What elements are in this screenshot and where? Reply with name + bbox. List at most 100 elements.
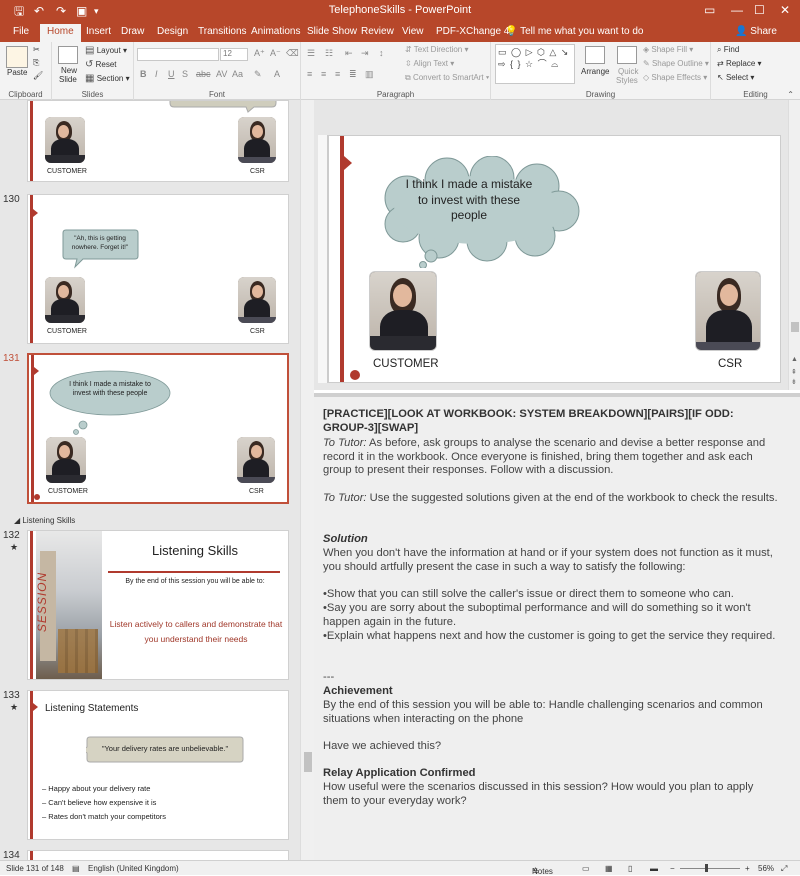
tab-home[interactable]: Home	[40, 24, 81, 42]
tab-insert[interactable]: Insert	[86, 26, 111, 37]
slide-thumbnail-131[interactable]: I think I made a mistake to invest with …	[27, 353, 289, 504]
highlight-icon[interactable]: ✎	[254, 69, 262, 80]
text-direction-button[interactable]: ⇵ Text Direction ▾	[405, 45, 469, 54]
tab-draw[interactable]: Draw	[121, 26, 144, 37]
fit-to-window-icon[interactable]: ⤢	[781, 864, 787, 874]
line-spacing-icon[interactable]: ↕	[379, 48, 384, 58]
scroll-thumb[interactable]	[791, 322, 799, 332]
tell-me-box[interactable]: 💡 Tell me what you want to do	[505, 26, 643, 37]
layout-button[interactable]: ▤ Layout ▾	[85, 45, 127, 56]
bold-icon[interactable]: B	[140, 69, 147, 79]
bullets-icon[interactable]: ☰	[307, 48, 315, 59]
cut-icon[interactable]: ✂	[33, 45, 40, 54]
tab-design[interactable]: Design	[157, 26, 188, 37]
spacing-icon[interactable]: AV	[216, 69, 227, 79]
current-slide[interactable]: I think I made a mistake to invest with …	[328, 135, 781, 383]
zoom-slider-thumb[interactable]	[705, 864, 708, 872]
next-slide-icon[interactable]: ⇟	[791, 378, 797, 386]
slide-thumbnail-130[interactable]: "Ah, this is getting nowhere. Forget it!…	[27, 194, 289, 344]
change-case-icon[interactable]: Aa	[232, 69, 243, 79]
scroll-thumb[interactable]	[304, 752, 312, 772]
align-left-icon[interactable]: ≡	[307, 69, 312, 79]
new-slide-icon[interactable]	[58, 46, 78, 64]
tab-slideshow[interactable]: Slide Show	[307, 26, 357, 37]
new-slide-button[interactable]: New	[61, 66, 77, 75]
slide-arrow-marker	[344, 156, 352, 170]
tab-review[interactable]: Review	[361, 26, 394, 37]
columns-icon[interactable]: ▥	[365, 69, 374, 80]
collapse-ribbon-icon[interactable]: ⌃	[787, 90, 794, 99]
normal-view-icon[interactable]: ▭	[582, 864, 590, 873]
replace-button[interactable]: ⇄ Replace ▾	[717, 59, 762, 68]
notes-pane[interactable]: [PRACTICE][LOOK AT WORKBOOK: SYSTEM BREA…	[314, 397, 800, 860]
scroll-up-icon[interactable]: ▲	[791, 356, 798, 363]
paste-button[interactable]: Paste	[7, 68, 27, 77]
zoom-level[interactable]: 56%	[758, 864, 774, 873]
thumbnail-scrollbar[interactable]	[300, 100, 314, 860]
slide-thumbnail-132[interactable]: SESSION Listening Skills By the end of t…	[27, 530, 289, 680]
customer-photo[interactable]	[369, 271, 437, 351]
paste-icon[interactable]	[6, 46, 28, 68]
maximize-icon[interactable]: ☐	[754, 3, 765, 17]
shrink-font-icon[interactable]: A⁻	[270, 48, 281, 59]
slide-scrollbar[interactable]: ▲ ⇞ ⇟	[788, 100, 800, 390]
quick-styles-icon[interactable]	[617, 46, 637, 64]
slide-thumbnail-129[interactable]: CUSTOMER CSR	[27, 100, 289, 182]
slide-sorter-icon[interactable]: ▦	[605, 864, 613, 873]
section-header[interactable]: ◢ Listening Skills	[14, 516, 75, 525]
slide-thumbnail-133[interactable]: Listening Statements "Your delivery rate…	[27, 690, 289, 840]
tab-file[interactable]: File	[13, 26, 29, 37]
tab-animations[interactable]: Animations	[251, 26, 300, 37]
shadow-icon[interactable]: S	[182, 69, 188, 79]
thumbnail-pane[interactable]: CUSTOMER CSR 130 "Ah, this is getting no…	[0, 100, 300, 860]
format-painter-icon[interactable]: 🖌	[33, 71, 43, 80]
shape-outline-button[interactable]: ✎ Shape Outline ▾	[643, 59, 709, 68]
increase-indent-icon[interactable]: ⇥	[361, 48, 369, 59]
language-indicator[interactable]: English (United Kingdom)	[88, 864, 179, 873]
italic-icon[interactable]: I	[155, 69, 158, 79]
shapes-gallery[interactable]: ▭ ◯ ▷ ⬡ △ ↘ ⇨ { } ☆ ⌒ ⌓	[495, 44, 575, 84]
tab-pdfxchange[interactable]: PDF-XChange 4	[436, 26, 509, 37]
smartart-button[interactable]: ⧉ Convert to SmartArt ▾	[405, 73, 489, 83]
decrease-indent-icon[interactable]: ⇤	[345, 48, 353, 59]
align-right-icon[interactable]: ≡	[335, 69, 340, 79]
csr-photo[interactable]	[695, 271, 761, 351]
align-center-icon[interactable]: ≡	[321, 69, 326, 79]
ribbon-display-icon[interactable]: ▭	[704, 3, 715, 17]
tab-view[interactable]: View	[402, 26, 424, 37]
font-color-icon[interactable]: A	[274, 69, 280, 79]
align-text-button[interactable]: ⇳ Align Text ▾	[405, 59, 454, 68]
previous-slide-icon[interactable]: ⇞	[791, 368, 797, 376]
select-button[interactable]: ↖ Select ▾	[717, 73, 754, 82]
justify-icon[interactable]: ≣	[349, 69, 357, 80]
zoom-out-icon[interactable]: −	[670, 864, 675, 873]
shape-effects-button[interactable]: ◇ Shape Effects ▾	[643, 73, 707, 82]
clear-format-icon[interactable]: ⌫	[286, 48, 299, 59]
spellcheck-icon[interactable]: ▤	[72, 864, 80, 873]
reading-view-icon[interactable]: ▯	[628, 864, 632, 873]
slideshow-view-icon[interactable]: ▬	[650, 864, 658, 873]
strikethrough-icon[interactable]: abc	[196, 69, 211, 79]
underline-icon[interactable]: U	[168, 69, 175, 79]
font-name-combo[interactable]	[137, 48, 219, 61]
close-icon[interactable]: ✕	[780, 3, 790, 17]
arrange-button[interactable]: Arrange	[581, 67, 609, 76]
reset-button[interactable]: ↺ Reset	[85, 59, 117, 70]
shape-fill-button[interactable]: ◈ Shape Fill ▾	[643, 45, 693, 54]
tab-transitions[interactable]: Transitions	[198, 26, 247, 37]
zoom-in-icon[interactable]: +	[745, 864, 750, 873]
find-button[interactable]: ⌕ Find	[717, 45, 739, 55]
quick-styles-button-line2[interactable]: Styles	[616, 76, 638, 85]
copy-icon[interactable]: ⎘	[33, 58, 39, 68]
minimize-icon[interactable]: —	[731, 3, 743, 17]
share-button[interactable]: 👤 Share	[735, 26, 777, 37]
grow-font-icon[interactable]: A⁺	[254, 48, 265, 59]
quick-styles-button[interactable]: Quick	[618, 67, 638, 76]
arrange-icon[interactable]	[585, 46, 605, 64]
section-button[interactable]: ▦ Section ▾	[85, 73, 130, 84]
new-slide-button-line2[interactable]: Slide	[59, 75, 77, 84]
numbering-icon[interactable]: ☷	[325, 48, 333, 59]
zoom-slider[interactable]	[680, 868, 740, 869]
font-size-combo[interactable]: 12	[220, 48, 248, 61]
slide-thumbnail-134[interactable]	[27, 850, 289, 860]
